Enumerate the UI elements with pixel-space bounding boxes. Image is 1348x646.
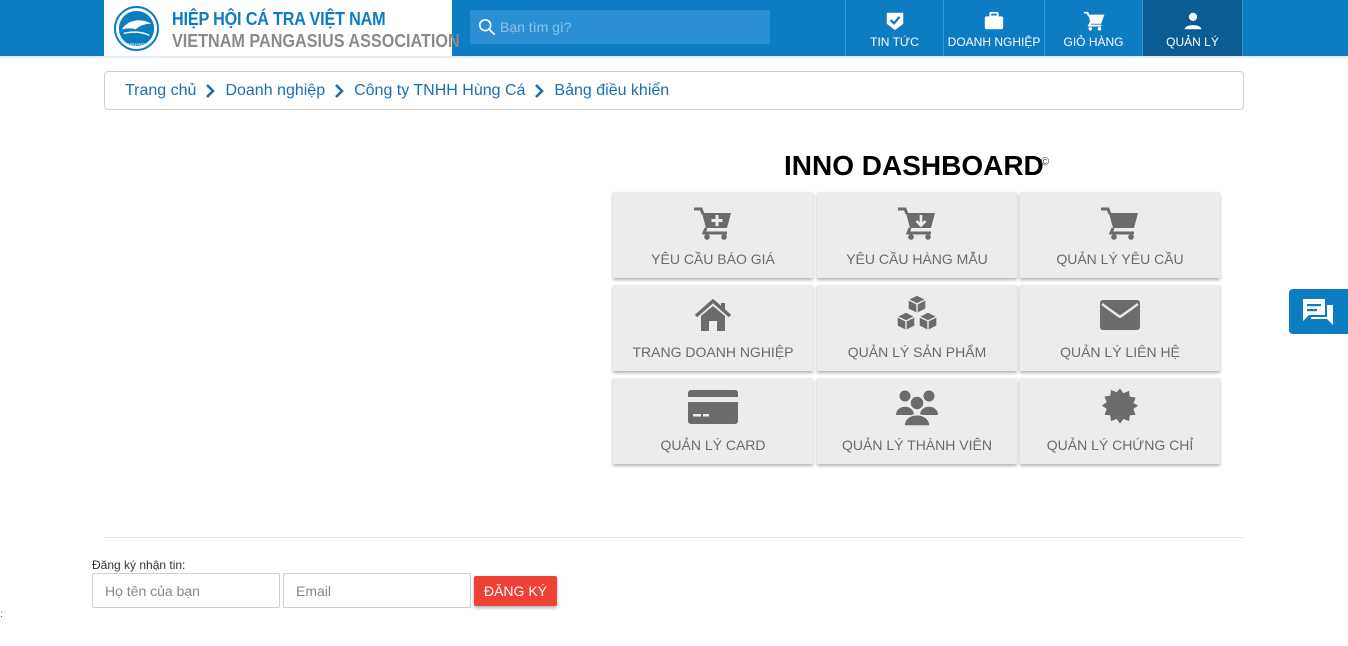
breadcrumb-company[interactable]: Công ty TNHH Hùng Cá [354, 82, 525, 100]
home-icon [694, 299, 732, 331]
briefcase-icon [984, 11, 1004, 30]
tile-label: QUẢN LÝ SẢN PHẨM [847, 344, 987, 360]
check-badge-icon [886, 12, 903, 31]
tile-label: QUẢN LÝ CHỨNG CHỈ [1046, 437, 1194, 453]
nav-item-business[interactable]: DOANH NGHIỆP [943, 0, 1044, 56]
tile-manage-products[interactable]: QUẢN LÝ SẢN PHẨM [817, 285, 1017, 371]
nav-item-manage[interactable]: QUẢN LÝ [1142, 0, 1243, 56]
breadcrumb-business[interactable]: Doanh nghiệp [225, 82, 325, 100]
svg-text:VINAPA: VINAPA [128, 42, 146, 48]
users-icon [896, 390, 938, 427]
cart-plus-icon [694, 207, 731, 240]
tile-label: QUẢN LÝ THÀNH VIÊN [842, 437, 992, 453]
certificate-icon [1102, 388, 1139, 424]
tile-label: TRANG DOANH NGHIỆP [632, 344, 794, 360]
newsletter-label: Đăng ký nhận tin: [92, 558, 186, 572]
tile-manage-members[interactable]: QUẢN LÝ THÀNH VIÊN [817, 378, 1017, 464]
nav-label: QUẢN LÝ [1166, 35, 1219, 49]
newsletter-submit-button[interactable]: ĐĂNG KÝ [474, 576, 557, 606]
newsletter-email-input[interactable] [283, 573, 471, 608]
chat-button[interactable] [1289, 289, 1348, 334]
nav-item-cart[interactable]: GIỎ HÀNG [1044, 0, 1142, 56]
tile-quote-request[interactable]: YÊU CẦU BÁO GIÁ [613, 192, 813, 278]
nav-item-news[interactable]: TIN TỨC [845, 0, 943, 56]
tile-business-page[interactable]: TRANG DOANH NGHIỆP [613, 285, 813, 371]
copyright-mark: © [1041, 156, 1050, 168]
newsletter-name-input[interactable] [92, 573, 280, 608]
cart-download-icon [898, 207, 935, 240]
tile-label: QUẢN LÝ CARD [660, 437, 766, 453]
envelope-icon [1100, 300, 1140, 330]
edge-marker: : [0, 609, 3, 620]
breadcrumb-dashboard[interactable]: Bảng điều khiển [554, 82, 669, 100]
main-nav: TIN TỨC DOANH NGHIỆP GIỎ HÀNG QUẢN LÝ [845, 0, 1243, 56]
search-bar [470, 10, 770, 44]
credit-card-icon [688, 390, 738, 424]
chevron-right-icon [206, 83, 216, 98]
navbar-shadow [0, 56, 1348, 58]
cubes-icon [896, 294, 938, 332]
tile-manage-cards[interactable]: QUẢN LÝ CARD [613, 378, 813, 464]
cart-icon [1083, 11, 1104, 31]
nav-label: GIỎ HÀNG [1063, 35, 1124, 49]
vinapa-emblem-icon: VINAPA [114, 6, 159, 51]
user-icon [1184, 12, 1201, 30]
search-input[interactable] [500, 10, 765, 44]
nav-label: TIN TỨC [870, 35, 919, 49]
breadcrumb: Trang chủ Doanh nghiệp Công ty TNHH Hùng… [104, 71, 1244, 110]
search-icon[interactable] [478, 18, 496, 36]
chat-bubbles-icon [1303, 299, 1333, 325]
chevron-right-icon [535, 83, 545, 98]
tile-manage-certificates[interactable]: QUẢN LÝ CHỨNG CHỈ [1020, 378, 1220, 464]
logo-subtitle: VIETNAM PANGASIUS ASSOCIATION [172, 31, 460, 51]
chevron-right-icon [335, 83, 344, 98]
tile-label: QUẢN LÝ LIÊN HỆ [1060, 344, 1180, 360]
footer-divider [104, 537, 1244, 538]
nav-label: DOANH NGHIỆP [947, 35, 1041, 49]
tile-sample-request[interactable]: YÊU CẦU HÀNG MẪU [817, 192, 1017, 278]
tile-label: YÊU CẦU BÁO GIÁ [651, 251, 775, 267]
dashboard-title: INNO DASHBOARD [784, 150, 1044, 181]
tile-label: YÊU CẦU HÀNG MẪU [846, 251, 988, 267]
logo-title: HIỆP HỘI CÁ TRA VIỆT NAM [172, 9, 386, 29]
site-logo[interactable]: VINAPA HIỆP HỘI CÁ TRA VIỆT NAM VIETNAM … [104, 0, 460, 56]
tile-manage-contacts[interactable]: QUẢN LÝ LIÊN HỆ [1020, 285, 1220, 371]
cart-icon [1101, 207, 1138, 240]
breadcrumb-home[interactable]: Trang chủ [125, 82, 196, 100]
tile-label: QUẢN LÝ YÊU CẦU [1056, 251, 1184, 267]
tile-manage-requests[interactable]: QUẢN LÝ YÊU CẦU [1020, 192, 1220, 278]
